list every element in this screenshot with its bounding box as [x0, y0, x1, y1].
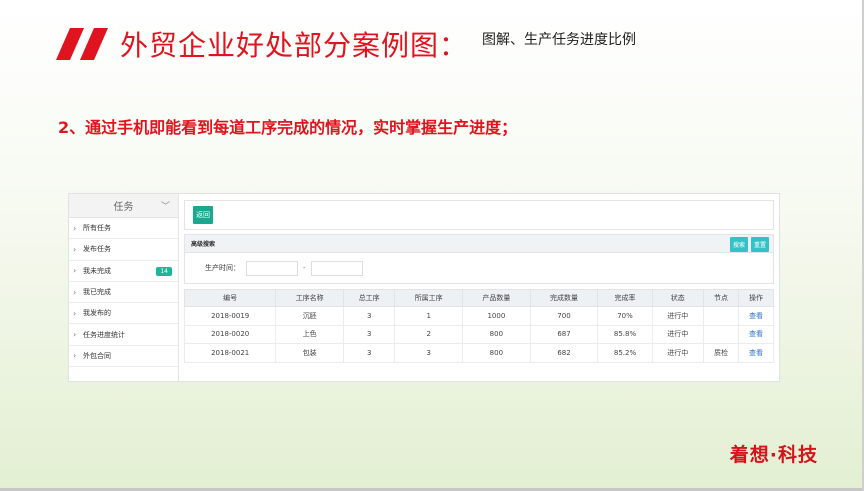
- column-header: 产品数量: [462, 289, 531, 307]
- table-cell: 682: [529, 343, 599, 363]
- sidebar-header[interactable]: 任务 ﹀: [69, 194, 178, 218]
- column-header: 工序名称: [275, 289, 345, 307]
- back-button[interactable]: 返回: [193, 206, 213, 224]
- slide-title: 外贸企业好处部分案例图： 图解、生产任务进度比例: [56, 28, 636, 64]
- table-cell: 包装: [275, 343, 345, 363]
- column-header: 操作: [737, 289, 775, 307]
- column-header: 状态: [651, 289, 704, 307]
- table-cell: 687: [529, 324, 599, 344]
- chevron-right-icon: ›: [73, 287, 77, 297]
- column-header: 节点: [702, 289, 739, 307]
- end-date-input[interactable]: [310, 260, 363, 276]
- column-header: 编号: [183, 289, 277, 307]
- chevron-right-icon: ›: [73, 266, 77, 276]
- count-badge: 14: [156, 266, 172, 276]
- table-cell: 沉胚: [275, 306, 345, 326]
- sidebar-header-label: 任务: [113, 202, 134, 213]
- sidebar-item[interactable]: › 任务进度统计: [69, 324, 178, 346]
- table-cell: 1: [394, 306, 464, 326]
- sidebar-item-label: 我已完成: [83, 288, 111, 297]
- brand-logo-text: 着想·科技: [729, 444, 818, 466]
- table-cell: 3: [343, 343, 396, 363]
- table-cell: 2: [394, 324, 464, 344]
- view-link[interactable]: 查看: [737, 324, 775, 344]
- sidebar-item[interactable]: › 外包合同: [69, 346, 178, 368]
- table-cell: 2018-0019: [183, 306, 277, 326]
- table-cell: 进行中: [651, 306, 704, 326]
- table-cell: 70%: [597, 306, 653, 326]
- sidebar-item-label: 我发布的: [83, 309, 111, 318]
- table-cell: 进行中: [651, 324, 704, 344]
- main-title: 外贸企业好处部分案例图：: [120, 29, 469, 62]
- search-row: 生产时间： -: [185, 253, 773, 283]
- table-cell: 3: [394, 343, 464, 363]
- view-link[interactable]: 查看: [737, 343, 775, 363]
- table-cell: [702, 306, 739, 326]
- double-slash-icon: [56, 28, 108, 60]
- sidebar-item[interactable]: › 我未完成 14: [69, 261, 178, 282]
- table-header-row: 编号 工序名称 总工序 所属工序 产品数量 完成数量 完成率 状态 节点 操作: [183, 289, 775, 307]
- search-button[interactable]: 搜索: [729, 237, 748, 252]
- time-label: 生产时间：: [205, 264, 240, 272]
- search-panel: 高级搜索 搜索 重置 生产时间： -: [184, 234, 774, 284]
- sidebar-item-label: 任务进度统计: [83, 330, 125, 339]
- table-cell: [702, 324, 739, 344]
- sidebar-item[interactable]: › 发布任务: [69, 239, 178, 261]
- sidebar-item-label: 发布任务: [83, 245, 111, 254]
- progress-table: 编号 工序名称 总工序 所属工序 产品数量 完成数量 完成率 状态 节点 操作 2018-0019…: [183, 289, 775, 363]
- column-header: 完成数量: [529, 289, 599, 307]
- column-header: 总工序: [343, 289, 396, 307]
- table-cell: 进行中: [651, 343, 704, 363]
- table-cell: 85.8%: [597, 324, 653, 344]
- search-title: 高级搜索: [191, 241, 216, 248]
- chevron-right-icon: ›: [73, 223, 77, 233]
- chevron-right-icon: ›: [73, 351, 77, 361]
- subtitle: 图解、生产任务进度比例: [482, 32, 637, 48]
- view-link[interactable]: 查看: [737, 306, 775, 326]
- start-date-input[interactable]: [246, 260, 298, 276]
- table-cell: 800: [462, 324, 531, 344]
- sidebar: 任务 ﹀ › 所有任务 › 发布任务 › 我未完成 14 › 我已完成 › 我发布的 › 任务进度统计 ›…: [69, 194, 179, 381]
- date-separator: -: [303, 264, 306, 272]
- sidebar-item-label: 我未完成: [83, 266, 111, 275]
- main-content: 返回 高级搜索 搜索 重置 生产时间： - 编号 工序名称 总工序 所属工序 产品数量完…: [183, 200, 775, 363]
- table-cell: 2018-0021: [183, 343, 277, 363]
- table-cell: 1000: [462, 306, 531, 326]
- table-cell: 3: [343, 306, 396, 326]
- column-header: 完成率: [597, 289, 653, 307]
- chevron-right-icon: ›: [73, 308, 77, 318]
- table-cell: 2018-0020: [183, 324, 277, 344]
- table-row: 2018-0020 上色 3 2 800 687 85.8% 进行中 查看: [183, 324, 775, 344]
- table-row: 2018-0019 沉胚 3 1 1000 700 70% 进行中 查看: [183, 306, 775, 326]
- sidebar-item-label: 外包合同: [83, 351, 111, 360]
- table-row: 2018-0021 包装 3 3 800 682 85.2% 进行中 质检 查看: [183, 343, 775, 363]
- chevron-right-icon: ›: [73, 330, 77, 340]
- toolbar: 返回: [184, 200, 774, 230]
- sidebar-item[interactable]: › 我已完成: [69, 282, 178, 304]
- app-screenshot: 任务 ﹀ › 所有任务 › 发布任务 › 我未完成 14 › 我已完成 › 我发布的 › 任务进度统计 ›…: [68, 193, 780, 382]
- chevron-down-icon[interactable]: ﹀: [161, 199, 170, 212]
- table-cell: 3: [343, 324, 396, 344]
- sidebar-item[interactable]: › 我发布的: [69, 303, 178, 325]
- sidebar-item[interactable]: › 所有任务: [69, 218, 178, 240]
- chevron-right-icon: ›: [73, 244, 77, 254]
- table-cell: 700: [529, 306, 599, 326]
- table-cell: 85.2%: [597, 343, 653, 363]
- reset-button[interactable]: 重置: [750, 237, 769, 252]
- column-header: 所属工序: [394, 289, 464, 307]
- table-cell: 上色: [275, 324, 345, 344]
- search-header: 高级搜索 搜索 重置: [185, 235, 773, 253]
- table-cell: 质检: [702, 343, 739, 363]
- sidebar-item-label: 所有任务: [83, 224, 111, 233]
- point-text: 2、通过手机即能看到每道工序完成的情况，实时掌握生产进度；: [58, 118, 518, 137]
- table-cell: 800: [462, 343, 531, 363]
